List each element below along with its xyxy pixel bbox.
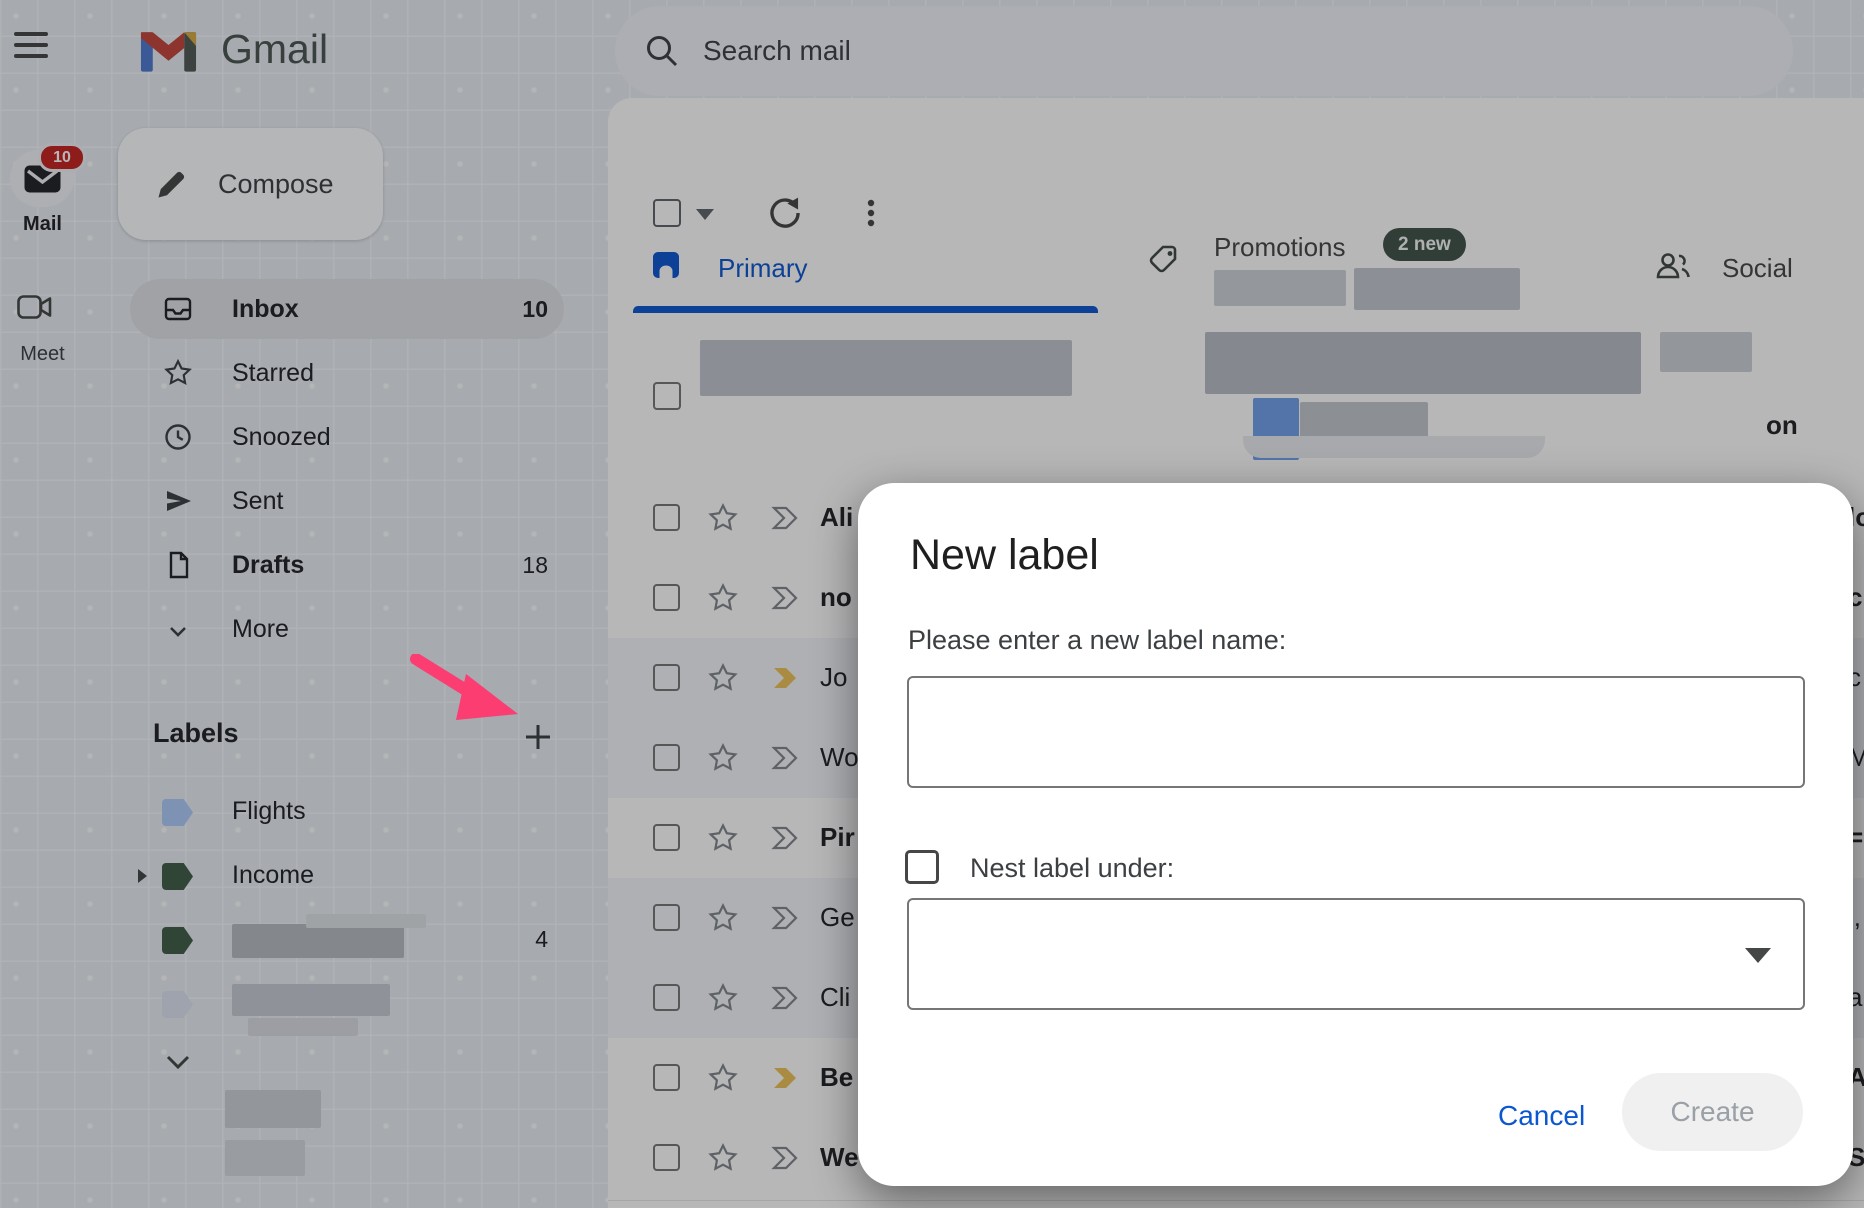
dialog-title: New label bbox=[910, 531, 1099, 580]
cancel-button[interactable]: Cancel bbox=[1492, 1099, 1591, 1133]
new-label-dialog: New label Please enter a new label name:… bbox=[858, 483, 1853, 1186]
nest-checkbox[interactable] bbox=[905, 850, 939, 884]
annotation-arrow bbox=[410, 654, 522, 728]
create-button[interactable]: Create bbox=[1622, 1073, 1803, 1151]
label-name-input[interactable] bbox=[907, 676, 1805, 788]
parent-label-select[interactable] bbox=[907, 898, 1805, 1010]
select-caret-icon bbox=[1745, 948, 1771, 963]
gmail-window: 10 Mail Meet Gmail Compose Inbox 10 Star… bbox=[0, 0, 1864, 1208]
label-name-prompt: Please enter a new label name: bbox=[908, 625, 1286, 656]
nest-label: Nest label under: bbox=[970, 853, 1174, 884]
